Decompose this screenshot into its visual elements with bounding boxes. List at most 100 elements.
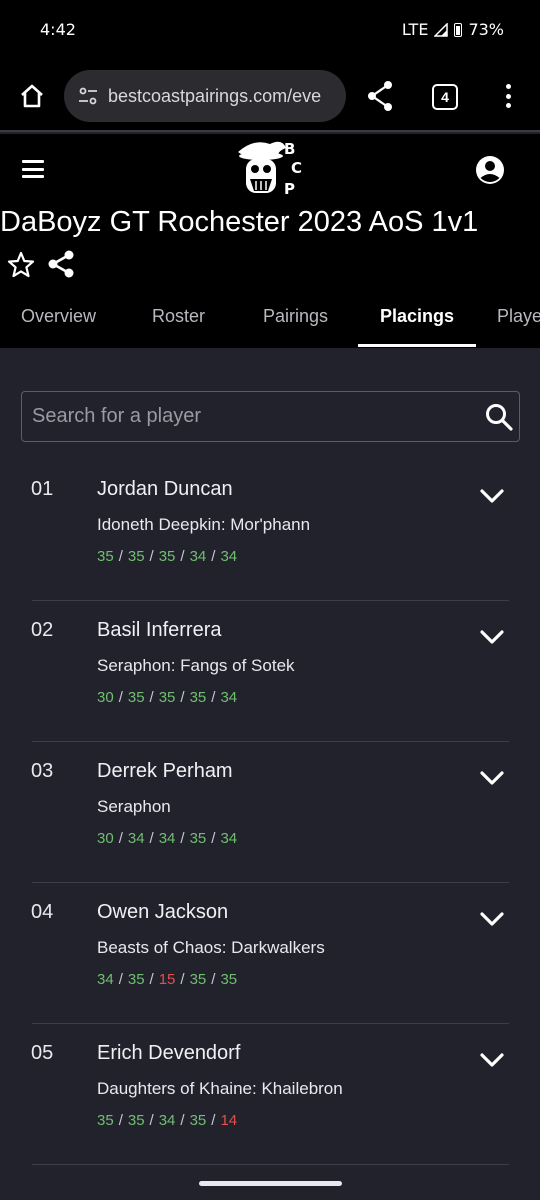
tab-pairings[interactable]: Pairings — [263, 300, 328, 348]
player-name[interactable]: Jordan Duncan — [97, 478, 233, 501]
score-separator: / — [118, 971, 123, 988]
round-score: 35 — [220, 971, 238, 988]
round-score: 35 — [127, 689, 145, 706]
chevron-down-icon[interactable] — [478, 768, 506, 788]
status-time: 4:42 — [40, 20, 76, 39]
round-score: 15 — [158, 971, 176, 988]
browser-toolbar: bestcoastpairings.com/eve 4 — [0, 60, 540, 132]
round-score: 35 — [189, 689, 207, 706]
svg-text:P: P — [284, 180, 295, 198]
round-score: 35 — [127, 971, 145, 988]
placing-rank: 04 — [31, 901, 54, 923]
tab-overview[interactable]: Overview — [21, 300, 96, 348]
chevron-down-icon[interactable] — [478, 909, 506, 929]
player-name[interactable]: Derrek Perham — [97, 760, 233, 783]
round-score: 35 — [158, 548, 176, 565]
chevron-down-icon[interactable] — [478, 627, 506, 647]
tab-placings[interactable]: Placings — [380, 300, 454, 348]
star-icon[interactable] — [7, 251, 35, 279]
score-separator: / — [149, 548, 154, 565]
player-faction: Seraphon: Fangs of Sotek — [97, 656, 295, 675]
round-score: 34 — [220, 830, 238, 847]
search-input[interactable] — [32, 392, 452, 441]
score-separator: / — [118, 689, 123, 706]
score-separator: / — [211, 1112, 216, 1129]
score-separator: / — [211, 548, 216, 565]
round-score: 35 — [189, 971, 207, 988]
placings-list: 01 Jordan Duncan Idoneth Deepkin: Mor'phan… — [0, 460, 540, 1165]
event-tabs: Overview Roster Pairings Placings Playe — [0, 300, 540, 348]
player-faction: Seraphon — [97, 797, 171, 816]
player-search — [21, 391, 520, 442]
score-separator: / — [149, 830, 154, 847]
round-score: 35 — [189, 1112, 207, 1129]
gesture-nav-handle[interactable] — [199, 1181, 342, 1186]
hamburger-menu-icon[interactable] — [22, 160, 44, 178]
score-separator: / — [118, 830, 123, 847]
round-score: 34 — [127, 830, 145, 847]
chevron-down-icon[interactable] — [478, 486, 506, 506]
placing-rank: 02 — [31, 619, 54, 641]
battery-icon — [454, 22, 463, 37]
event-title: DaBoyz GT Rochester 2023 AoS 1v1 — [0, 206, 479, 238]
player-name[interactable]: Erich Devendorf — [97, 1042, 240, 1065]
row-divider — [32, 1164, 509, 1165]
placing-row[interactable]: 05 Erich Devendorf Daughters of Khaine: Kh… — [0, 1024, 540, 1165]
score-separator: / — [118, 1112, 123, 1129]
active-tab-indicator — [358, 344, 476, 347]
url-text: bestcoastpairings.com/eve — [108, 85, 322, 106]
share-icon[interactable] — [46, 249, 76, 279]
round-score: 35 — [97, 548, 114, 565]
placing-rank: 01 — [31, 478, 54, 500]
score-separator: / — [118, 548, 123, 565]
round-score: 34 — [158, 1112, 176, 1129]
round-score: 35 — [127, 1112, 145, 1129]
site-settings-icon[interactable] — [76, 84, 100, 108]
bcp-logo[interactable]: B C P — [234, 136, 306, 198]
more-menu-icon[interactable] — [498, 80, 518, 112]
placing-row[interactable]: 02 Basil Inferrera Seraphon: Fangs of Sote… — [0, 601, 540, 742]
round-scores: 30/35/35/35/34 — [97, 689, 237, 706]
tab-roster[interactable]: Roster — [152, 300, 205, 348]
round-score: 34 — [220, 689, 238, 706]
network-label: LTE — [401, 20, 429, 39]
signal-icon — [434, 22, 449, 37]
score-separator: / — [149, 1112, 154, 1129]
home-button[interactable] — [14, 78, 50, 114]
score-separator: / — [180, 689, 185, 706]
chevron-down-icon[interactable] — [478, 1050, 506, 1070]
score-separator: / — [180, 548, 185, 565]
score-separator: / — [211, 689, 216, 706]
player-name[interactable]: Owen Jackson — [97, 901, 228, 924]
player-name[interactable]: Basil Inferrera — [97, 619, 222, 642]
placing-row[interactable]: 01 Jordan Duncan Idoneth Deepkin: Mor'phan… — [0, 460, 540, 601]
placing-row[interactable]: 04 Owen Jackson Beasts of Chaos: Darkwalke… — [0, 883, 540, 1024]
round-scores: 35/35/35/34/34 — [97, 548, 237, 565]
score-separator: / — [211, 830, 216, 847]
address-bar[interactable]: bestcoastpairings.com/eve — [64, 70, 346, 122]
tab-switcher-button[interactable]: 4 — [432, 84, 458, 110]
round-scores: 34/35/15/35/35 — [97, 971, 237, 988]
score-separator: / — [180, 1112, 185, 1129]
placing-row[interactable]: 03 Derrek Perham Seraphon 30/34/34/35/34 — [0, 742, 540, 883]
player-faction: Beasts of Chaos: Darkwalkers — [97, 938, 325, 957]
score-separator: / — [149, 689, 154, 706]
round-score: 30 — [97, 689, 114, 706]
placing-rank: 05 — [31, 1042, 54, 1064]
placing-rank: 03 — [31, 760, 54, 782]
score-separator: / — [180, 830, 185, 847]
home-icon — [21, 84, 43, 108]
score-separator: / — [149, 971, 154, 988]
tab-players[interactable]: Playe — [497, 300, 540, 348]
share-icon[interactable] — [364, 78, 396, 114]
round-score: 35 — [189, 830, 207, 847]
round-score: 34 — [220, 548, 238, 565]
round-score: 35 — [127, 548, 145, 565]
search-icon[interactable] — [484, 402, 514, 432]
site-header: B C P DaBoyz GT Rochester 2023 AoS 1v1 O… — [0, 134, 540, 348]
score-separator: / — [211, 971, 216, 988]
account-icon[interactable] — [474, 154, 506, 186]
player-faction: Idoneth Deepkin: Mor'phann — [97, 515, 311, 534]
status-indicators: LTE 73% — [402, 20, 504, 39]
round-scores: 30/34/34/35/34 — [97, 830, 237, 847]
